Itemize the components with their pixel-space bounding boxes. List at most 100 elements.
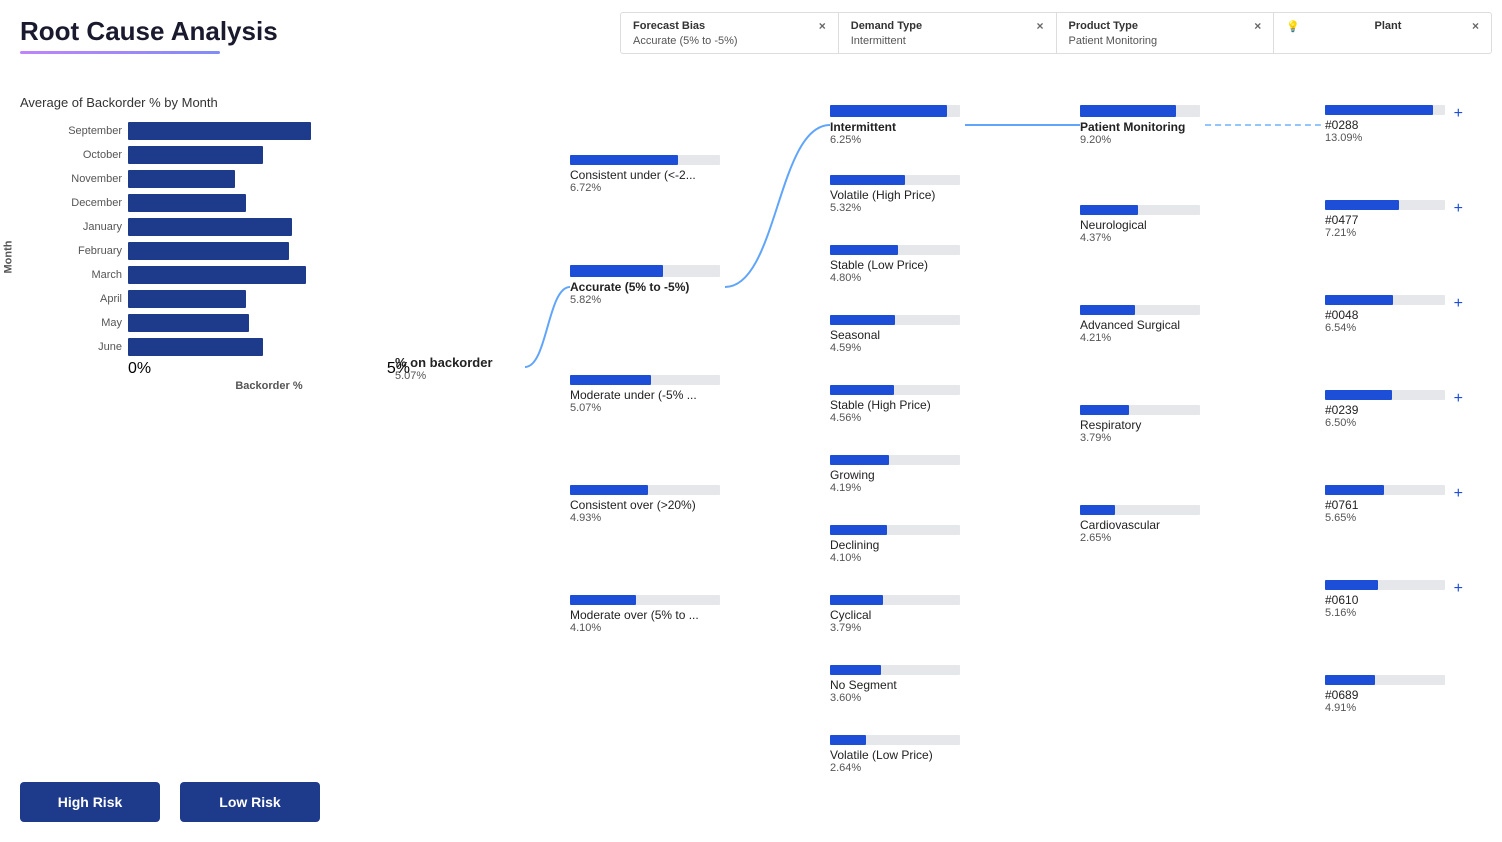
node-bar-track	[1325, 390, 1445, 400]
tree-node[interactable]: Declining4.10%	[830, 525, 960, 564]
expand-icon[interactable]: +	[1454, 390, 1463, 408]
node-bar-track	[830, 315, 960, 325]
tree-node[interactable]: Moderate under (-5% ...5.07%	[570, 375, 720, 414]
tree-node[interactable]: #07615.65%+	[1325, 485, 1445, 524]
filter-forecast-bias-value: Accurate (5% to -5%)	[633, 35, 826, 47]
bar-row: May	[50, 314, 410, 332]
node-bar-track	[1080, 305, 1200, 315]
node-bar-fill	[1325, 485, 1384, 495]
bar-row: April	[50, 290, 410, 308]
chart-title: Average of Backorder % by Month	[20, 95, 410, 110]
bar-label: October	[50, 149, 122, 161]
tree-node[interactable]: Cyclical3.79%	[830, 595, 960, 634]
node-bar-fill	[1325, 200, 1399, 210]
tree-node[interactable]: Growing4.19%	[830, 455, 960, 494]
node-value: 4.91%	[1325, 702, 1445, 714]
tree-node[interactable]: Stable (High Price)4.56%	[830, 385, 960, 424]
tree-node[interactable]: Accurate (5% to -5%)5.82%	[570, 265, 720, 306]
node-value: 3.79%	[1080, 432, 1200, 444]
node-label: #0761	[1325, 498, 1445, 512]
high-risk-button[interactable]: High Risk	[20, 782, 160, 822]
node-bar-fill	[830, 525, 887, 535]
node-value: 4.10%	[830, 552, 960, 564]
tree-node[interactable]: Volatile (High Price)5.32%	[830, 175, 960, 214]
tree-node[interactable]: Stable (Low Price)4.80%	[830, 245, 960, 284]
node-label: Intermittent	[830, 120, 960, 134]
chart-section: Average of Backorder % by Month Month Se…	[20, 95, 410, 392]
bar-track	[128, 122, 410, 140]
expand-icon[interactable]: +	[1454, 105, 1463, 123]
tree-node[interactable]: Seasonal4.59%	[830, 315, 960, 354]
bar-track	[128, 266, 410, 284]
node-value: 13.09%	[1325, 132, 1445, 144]
lightbulb-icon: 💡	[1286, 20, 1300, 33]
node-label: Consistent under (<-2...	[570, 168, 720, 182]
node-bar-fill	[830, 735, 866, 745]
expand-icon[interactable]: +	[1454, 295, 1463, 313]
tree-node[interactable]: #06894.91%	[1325, 675, 1445, 714]
filter-forecast-bias[interactable]: Forecast Bias × Accurate (5% to -5%)	[621, 13, 839, 53]
tree-node[interactable]: #00486.54%+	[1325, 295, 1445, 334]
node-bar-track	[1325, 485, 1445, 495]
low-risk-button[interactable]: Low Risk	[180, 782, 320, 822]
node-label: Seasonal	[830, 328, 960, 342]
node-bar-fill	[830, 455, 889, 465]
node-bar-fill	[1080, 405, 1129, 415]
tree-node[interactable]: Moderate over (5% to ...4.10%	[570, 595, 720, 634]
tree-node[interactable]: #04777.21%+	[1325, 200, 1445, 239]
filter-plant-close[interactable]: ×	[1472, 19, 1479, 33]
tree-node[interactable]: #028813.09%+	[1325, 105, 1445, 144]
node-label: Growing	[830, 468, 960, 482]
filter-plant[interactable]: 💡 Plant ×	[1274, 13, 1491, 53]
tree-node[interactable]: #02396.50%+	[1325, 390, 1445, 429]
node-label: Moderate under (-5% ...	[570, 388, 720, 402]
node-bar-track	[570, 375, 720, 385]
node-label: #0048	[1325, 308, 1445, 322]
filter-product-type-close[interactable]: ×	[1254, 19, 1261, 33]
bar-track	[128, 146, 410, 164]
tree-node[interactable]: Advanced Surgical4.21%	[1080, 305, 1200, 344]
node-label: Respiratory	[1080, 418, 1200, 432]
tree-node[interactable]: Cardiovascular2.65%	[1080, 505, 1200, 544]
node-label: #0689	[1325, 688, 1445, 702]
filter-bar: Forecast Bias × Accurate (5% to -5%) Dem…	[620, 12, 1492, 54]
buttons-section: High Risk Low Risk	[20, 782, 320, 822]
node-label: Stable (Low Price)	[830, 258, 960, 272]
tree-node[interactable]: Intermittent6.25%	[830, 105, 960, 146]
bar-fill	[128, 242, 289, 260]
tree-node[interactable]: Respiratory3.79%	[1080, 405, 1200, 444]
node-bar-track	[1080, 205, 1200, 215]
tree-node[interactable]: Consistent under (<-2...6.72%	[570, 155, 720, 194]
node-bar-track	[570, 595, 720, 605]
node-bar-fill	[570, 595, 636, 605]
node-bar-track	[1080, 505, 1200, 515]
filter-demand-type[interactable]: Demand Type × Intermittent	[839, 13, 1057, 53]
x-axis-label: Backorder %	[128, 380, 410, 392]
filter-forecast-bias-close[interactable]: ×	[819, 19, 826, 33]
node-bar-fill	[1325, 105, 1433, 115]
node-bar-track	[830, 175, 960, 185]
expand-icon[interactable]: +	[1454, 200, 1463, 218]
node-label: Declining	[830, 538, 960, 552]
tree-node[interactable]: Neurological4.37%	[1080, 205, 1200, 244]
tree-node[interactable]: Volatile (Low Price)2.64%	[830, 735, 960, 774]
expand-icon[interactable]: +	[1454, 580, 1463, 598]
bar-fill	[128, 170, 235, 188]
filter-product-type[interactable]: Product Type × Patient Monitoring	[1057, 13, 1275, 53]
node-bar-track	[1325, 675, 1445, 685]
node-value: 3.60%	[830, 692, 960, 704]
node-label: Advanced Surgical	[1080, 318, 1200, 332]
tree-node[interactable]: Patient Monitoring9.20%	[1080, 105, 1200, 146]
node-value: 3.79%	[830, 622, 960, 634]
expand-icon[interactable]: +	[1454, 485, 1463, 503]
tree-node[interactable]: Consistent over (>20%)4.93%	[570, 485, 720, 524]
node-bar-track	[830, 595, 960, 605]
node-bar-track	[830, 525, 960, 535]
node-bar-fill	[1325, 390, 1392, 400]
filter-demand-type-close[interactable]: ×	[1036, 19, 1043, 33]
node-bar-fill	[830, 385, 894, 395]
tree-node[interactable]: #06105.16%+	[1325, 580, 1445, 619]
tree-node[interactable]: No Segment3.60%	[830, 665, 960, 704]
bar-track	[128, 314, 410, 332]
node-value: 9.20%	[1080, 134, 1200, 146]
